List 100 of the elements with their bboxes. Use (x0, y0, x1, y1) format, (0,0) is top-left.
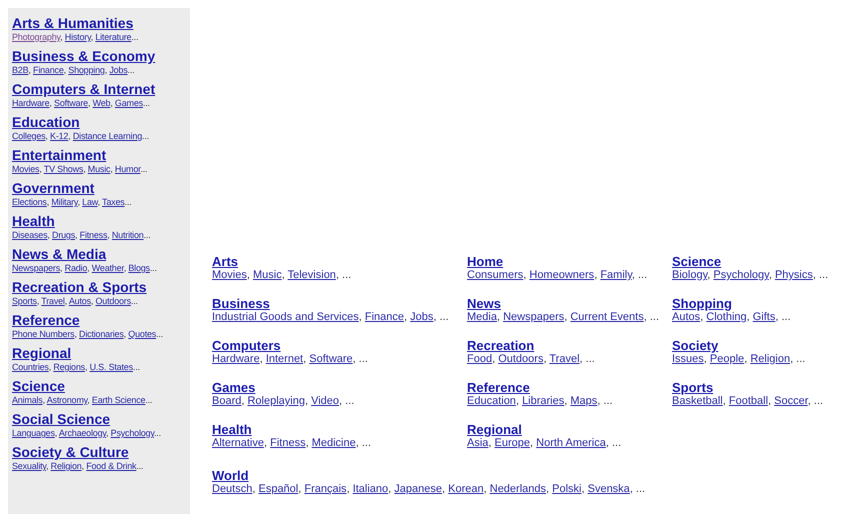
category-heading-link[interactable]: Science (672, 254, 722, 269)
subcategory-link[interactable]: Literature (95, 32, 132, 42)
subcategory-link[interactable]: Distance Learning (72, 131, 142, 141)
subcategory-link[interactable]: Web (92, 98, 110, 108)
subcategory-link[interactable]: Software (309, 353, 353, 365)
subcategory-link[interactable]: Quotes (128, 329, 156, 339)
subcategory-link[interactable]: Outdoors (498, 353, 544, 365)
subcategory-link[interactable]: Games (114, 98, 143, 108)
subcategory-link[interactable]: Dictionaries (79, 329, 124, 339)
category-heading-link[interactable]: Recreation & Sports (12, 279, 147, 296)
category-heading-link[interactable]: Home (467, 254, 504, 269)
category-heading-link[interactable]: Health (212, 422, 252, 437)
subcategory-link[interactable]: Countries (12, 362, 49, 372)
subcategory-link[interactable]: Japanese (394, 483, 442, 495)
subcategory-link[interactable]: Nutrition (112, 230, 144, 240)
subcategory-link[interactable]: B2B (12, 65, 28, 75)
subcategory-link[interactable]: History (64, 32, 91, 42)
subcategory-link[interactable]: TV Shows (44, 164, 84, 174)
subcategory-link[interactable]: Asia (467, 437, 488, 449)
subcategory-link[interactable]: Software (54, 98, 88, 108)
subcategory-link[interactable]: Nederlands (490, 483, 546, 495)
subcategory-link[interactable]: Roleplaying (247, 395, 305, 407)
subcategory-link[interactable]: Radio (64, 263, 88, 273)
subcategory-link[interactable]: Weather (92, 263, 124, 273)
subcategory-link[interactable]: Outdoors (95, 296, 131, 306)
subcategory-link[interactable]: Religion (750, 353, 790, 365)
subcategory-link[interactable]: Maps (570, 395, 598, 407)
subcategory-link[interactable]: Food & Drink (86, 461, 136, 471)
subcategory-link[interactable]: Education (467, 395, 516, 407)
subcategory-link[interactable]: Français (304, 483, 347, 495)
subcategory-link[interactable]: Taxes (102, 197, 125, 207)
subcategory-link[interactable]: Photography (12, 32, 60, 42)
subcategory-link[interactable]: Colleges (12, 131, 46, 141)
subcategory-link[interactable]: Regions (53, 362, 85, 372)
subcategory-link[interactable]: Korean (448, 483, 484, 495)
subcategory-link[interactable]: Gifts (752, 311, 776, 323)
subcategory-link[interactable]: Jobs (109, 65, 128, 75)
subcategory-link[interactable]: Drugs (52, 230, 76, 240)
category-heading-link[interactable]: Shopping (672, 296, 732, 311)
category-heading-link[interactable]: Social Science (12, 411, 110, 428)
subcategory-link[interactable]: Deutsch (212, 483, 252, 495)
category-heading-link[interactable]: Computers & Internet (12, 81, 156, 98)
subcategory-link[interactable]: Homeowners (529, 269, 594, 281)
subcategory-link[interactable]: Jobs (410, 311, 434, 323)
category-heading-link[interactable]: Reference (12, 312, 80, 329)
subcategory-link[interactable]: Industrial Goods and Services (212, 311, 359, 323)
category-heading-link[interactable]: Health (12, 213, 55, 230)
subcategory-link[interactable]: Earth Science (92, 395, 146, 405)
subcategory-link[interactable]: Video (311, 395, 340, 407)
subcategory-link[interactable]: Shopping (68, 65, 105, 75)
category-heading-link[interactable]: Sports (672, 380, 714, 395)
subcategory-link[interactable]: Languages (12, 428, 55, 438)
category-heading-link[interactable]: Society & Culture (12, 444, 129, 461)
subcategory-link[interactable]: Psychology (713, 269, 769, 281)
subcategory-link[interactable]: Svenska (588, 483, 630, 495)
category-heading-link[interactable]: News & Media (12, 246, 106, 263)
subcategory-link[interactable]: Archaeology (58, 428, 106, 438)
subcategory-link[interactable]: Television (288, 269, 336, 281)
subcategory-link[interactable]: Italiano (352, 483, 388, 495)
subcategory-link[interactable]: Law (82, 197, 98, 207)
subcategory-link[interactable]: Animals (12, 395, 43, 405)
subcategory-link[interactable]: Movies (212, 269, 247, 281)
subcategory-link[interactable]: Military (51, 197, 78, 207)
subcategory-link[interactable]: Physics (774, 269, 813, 281)
subcategory-link[interactable]: Alternative (212, 437, 264, 449)
subcategory-link[interactable]: U.S. States (90, 362, 133, 372)
category-heading-link[interactable]: Regional (12, 345, 72, 362)
subcategory-link[interactable]: Fitness (270, 437, 306, 449)
subcategory-link[interactable]: Sports (12, 296, 37, 306)
category-heading-link[interactable]: Regional (467, 422, 522, 437)
subcategory-link[interactable]: Basketball (672, 395, 723, 407)
subcategory-link[interactable]: Travel (549, 353, 580, 365)
category-heading-link[interactable]: Government (12, 180, 94, 197)
subcategory-link[interactable]: Phone Numbers (12, 329, 74, 339)
subcategory-link[interactable]: Travel (41, 296, 65, 306)
subcategory-link[interactable]: North America (536, 437, 606, 449)
subcategory-link[interactable]: Movies (12, 164, 40, 174)
subcategory-link[interactable]: K-12 (50, 131, 68, 141)
subcategory-link[interactable]: Finance (364, 311, 404, 323)
subcategory-link[interactable]: Hardware (212, 353, 260, 365)
subcategory-link[interactable]: People (710, 353, 744, 365)
subcategory-link[interactable]: Sexuality (12, 461, 46, 471)
subcategory-link[interactable]: Medicine (312, 437, 356, 449)
subcategory-link[interactable]: Elections (12, 197, 47, 207)
category-heading-link[interactable]: Arts & Humanities (12, 15, 134, 32)
category-heading-link[interactable]: Arts (212, 254, 238, 269)
subcategory-link[interactable]: Diseases (12, 230, 48, 240)
subcategory-link[interactable]: Español (258, 483, 298, 495)
category-heading-link[interactable]: Business (212, 296, 270, 311)
subcategory-link[interactable]: Biology (672, 269, 708, 281)
category-heading-link[interactable]: Reference (467, 380, 530, 395)
subcategory-link[interactable]: Board (212, 395, 242, 407)
subcategory-link[interactable]: Autos (672, 311, 700, 323)
subcategory-link[interactable]: Religion (50, 461, 82, 471)
subcategory-link[interactable]: Libraries (522, 395, 564, 407)
subcategory-link[interactable]: Media (467, 311, 497, 323)
subcategory-link[interactable]: Music (88, 164, 110, 174)
category-heading-link[interactable]: Business & Economy (12, 48, 156, 65)
subcategory-link[interactable]: Music (252, 269, 282, 281)
category-heading-link[interactable]: Education (12, 114, 80, 131)
